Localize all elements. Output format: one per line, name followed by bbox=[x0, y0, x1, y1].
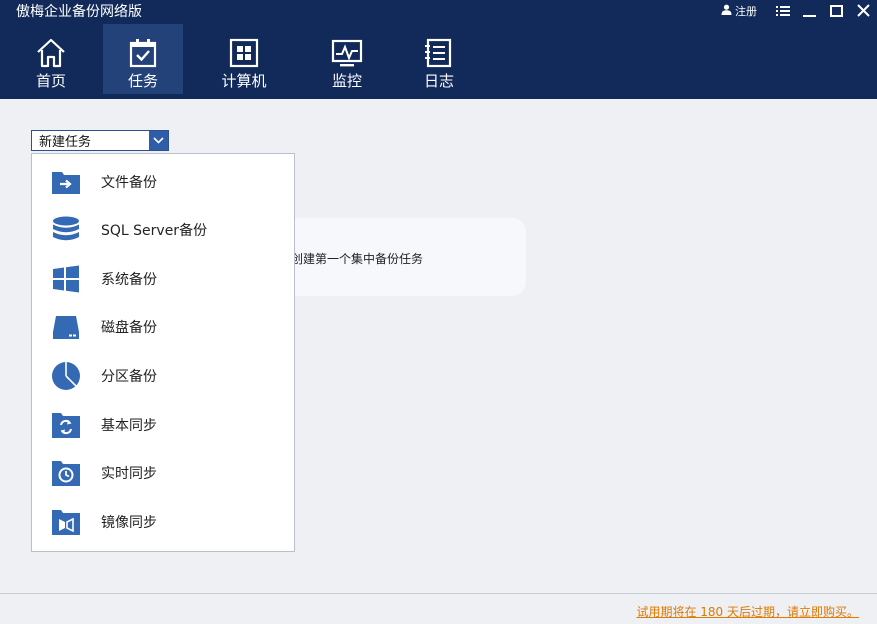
menu-item-basic-sync[interactable]: 基本同步 bbox=[32, 403, 294, 447]
nav-log[interactable]: 日志 bbox=[399, 24, 479, 94]
empty-state-card: 创建第一个集中备份任务 bbox=[262, 218, 526, 296]
menu-item-label: 实时同步 bbox=[101, 466, 157, 482]
menu-button[interactable] bbox=[769, 1, 796, 21]
nav-log-label: 日志 bbox=[423, 72, 454, 90]
register-label: 注册 bbox=[735, 5, 757, 18]
status-bar: 试用期将在 180 天后过期，请立即购买。 bbox=[0, 593, 877, 624]
menu-item-file-backup[interactable]: 文件备份 bbox=[32, 160, 294, 204]
menu-item-mirror-sync[interactable]: 镜像同步 bbox=[32, 500, 294, 544]
close-button[interactable] bbox=[850, 1, 877, 21]
task-icon bbox=[127, 37, 159, 69]
menu-item-sql-backup[interactable]: SQL Server备份 bbox=[32, 208, 294, 252]
new-task-dropdown[interactable]: 新建任务 bbox=[31, 130, 169, 151]
maximize-button[interactable] bbox=[823, 1, 850, 21]
partition-icon bbox=[51, 361, 81, 391]
windows-icon bbox=[51, 264, 81, 294]
maximize-icon bbox=[830, 2, 843, 21]
close-icon bbox=[857, 2, 870, 21]
main-content: 新建任务 创建第一个集中备份任务 文件备份 SQL Server备份 系统备份 … bbox=[0, 99, 877, 593]
trial-purchase-link[interactable]: 试用期将在 180 天后过期，请立即购买。 bbox=[636, 603, 859, 620]
empty-state-text[interactable]: 创建第一个集中备份任务 bbox=[291, 250, 423, 267]
menu-item-system-backup[interactable]: 系统备份 bbox=[32, 257, 294, 301]
menu-item-disk-backup[interactable]: 磁盘备份 bbox=[32, 305, 294, 349]
menu-item-label: 文件备份 bbox=[101, 175, 157, 191]
nav-monitor-label: 监控 bbox=[331, 72, 362, 90]
menu-item-label: SQL Server备份 bbox=[101, 223, 208, 239]
window-controls: 注册 bbox=[721, 0, 877, 22]
nav-task-label: 任务 bbox=[127, 72, 158, 90]
menu-item-label: 系统备份 bbox=[101, 272, 157, 288]
app-title: 傲梅企业备份网络版 bbox=[16, 4, 142, 20]
nav-task[interactable]: 任务 bbox=[103, 24, 183, 94]
clock-sync-icon bbox=[51, 458, 81, 488]
minimize-icon bbox=[803, 2, 816, 21]
chevron-down-icon[interactable] bbox=[149, 131, 168, 150]
file-backup-icon bbox=[51, 167, 81, 197]
sync-icon bbox=[51, 410, 81, 440]
nav-home[interactable]: 首页 bbox=[11, 24, 91, 94]
nav-monitor[interactable]: 监控 bbox=[307, 24, 387, 94]
nav-computer[interactable]: 计算机 bbox=[204, 24, 284, 94]
menu-item-partition-backup[interactable]: 分区备份 bbox=[32, 354, 294, 398]
nav-home-label: 首页 bbox=[35, 72, 66, 90]
computer-icon bbox=[228, 37, 260, 69]
menu-item-realtime-sync[interactable]: 实时同步 bbox=[32, 451, 294, 495]
nav-computer-label: 计算机 bbox=[221, 72, 267, 90]
menu-item-label: 分区备份 bbox=[101, 369, 157, 385]
database-icon bbox=[51, 215, 81, 245]
title-bar: 傲梅企业备份网络版 注册 首页 任务 计算机 监控 日志 bbox=[0, 0, 877, 99]
register-button[interactable]: 注册 bbox=[721, 3, 757, 19]
monitor-icon bbox=[331, 37, 363, 69]
menu-item-label: 磁盘备份 bbox=[101, 320, 157, 336]
log-icon bbox=[423, 37, 455, 69]
home-icon bbox=[35, 37, 67, 69]
new-task-menu: 文件备份 SQL Server备份 系统备份 磁盘备份 分区备份 基本同步 实时… bbox=[31, 153, 295, 552]
mirror-sync-icon bbox=[51, 507, 81, 537]
menu-item-label: 基本同步 bbox=[101, 418, 157, 434]
menu-item-label: 镜像同步 bbox=[101, 515, 157, 531]
minimize-button[interactable] bbox=[796, 1, 823, 21]
list-menu-icon bbox=[775, 2, 790, 21]
disk-icon bbox=[51, 312, 81, 342]
user-icon bbox=[721, 4, 732, 18]
new-task-label: 新建任务 bbox=[39, 135, 92, 150]
